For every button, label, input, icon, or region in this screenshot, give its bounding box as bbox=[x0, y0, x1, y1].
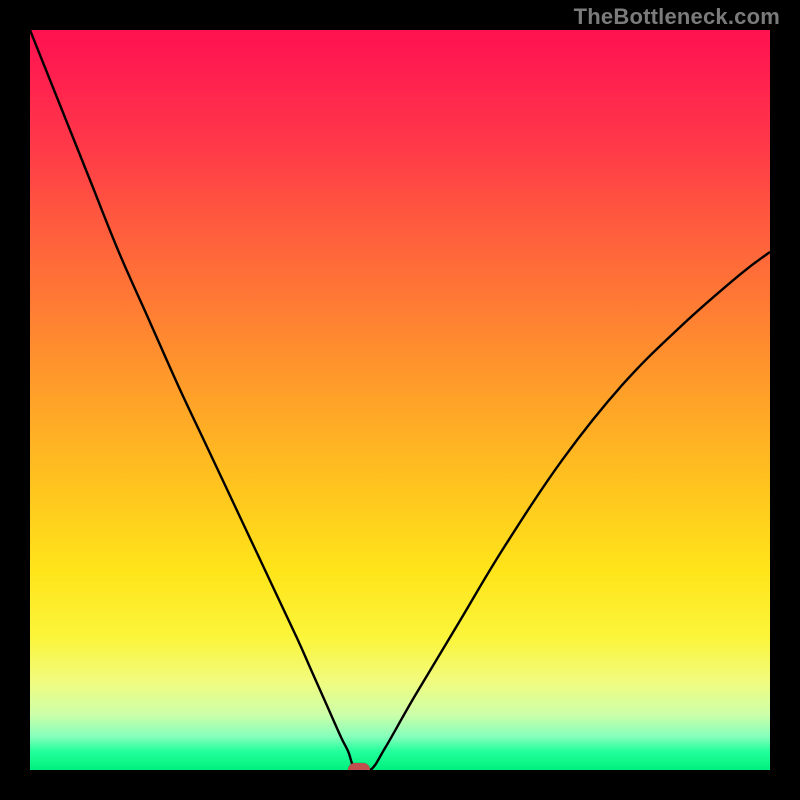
plot-area bbox=[30, 30, 770, 770]
curve-path bbox=[30, 30, 770, 770]
watermark-text: TheBottleneck.com bbox=[574, 4, 780, 30]
chart-frame: TheBottleneck.com bbox=[0, 0, 800, 800]
optimal-point-marker bbox=[348, 763, 370, 770]
bottleneck-curve bbox=[30, 30, 770, 770]
